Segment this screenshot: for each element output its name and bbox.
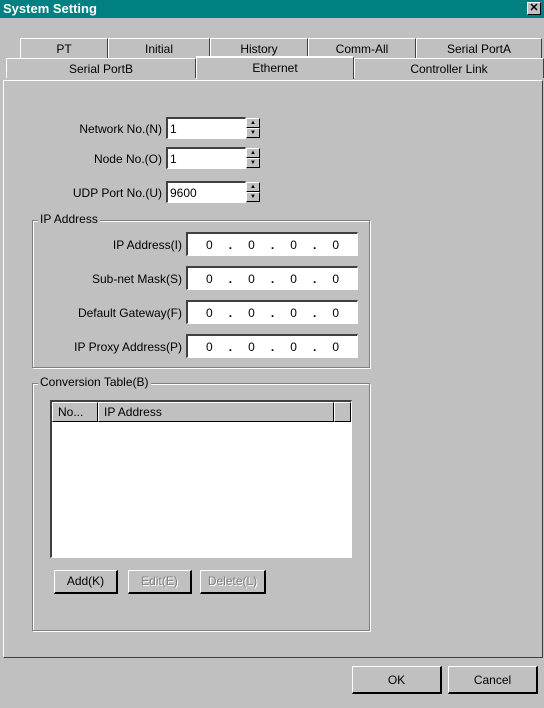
ip-address-group-title: IP Address <box>38 212 100 226</box>
spin-down-icon[interactable]: ▼ <box>246 128 260 138</box>
tab-controller-link[interactable]: Controller Link <box>354 58 544 78</box>
octet: 0 <box>206 237 213 252</box>
edit-button[interactable]: Edit(E) <box>128 570 192 594</box>
ip-proxy-address-field[interactable]: 0. 0. 0. 0 <box>186 334 358 358</box>
tab-history[interactable]: History <box>210 38 308 58</box>
octet: 0 <box>332 339 339 354</box>
column-header-extra[interactable] <box>334 402 351 422</box>
tab-initial[interactable]: Initial <box>108 38 210 58</box>
network-no-label: Network No.(N) <box>79 122 162 136</box>
octet: 0 <box>290 271 297 286</box>
octet: 0 <box>248 237 255 252</box>
default-gateway-field[interactable]: 0. 0. 0. 0 <box>186 300 358 324</box>
tab-ethernet[interactable]: Ethernet <box>196 56 354 79</box>
octet: 0 <box>332 271 339 286</box>
ip-address-field[interactable]: 0. 0. 0. 0 <box>186 232 358 256</box>
octet: 0 <box>332 237 339 252</box>
tab-comm-all[interactable]: Comm-All <box>308 38 416 58</box>
network-no-field[interactable] <box>166 117 246 139</box>
node-no-field[interactable] <box>166 147 246 169</box>
subnet-mask-label: Sub-net Mask(S) <box>91 272 182 286</box>
octet: 0 <box>248 339 255 354</box>
subnet-mask-field[interactable]: 0. 0. 0. 0 <box>186 266 358 290</box>
spin-up-icon[interactable]: ▲ <box>246 118 260 128</box>
octet: 0 <box>206 305 213 320</box>
ip-address-label: IP Address(I) <box>112 238 182 252</box>
udp-port-spinner[interactable]: ▲ ▼ <box>246 182 260 202</box>
udp-port-label: UDP Port No.(U) <box>72 186 162 200</box>
tab-pt[interactable]: PT <box>20 38 108 58</box>
tab-serial-port-a[interactable]: Serial PortA <box>416 38 542 58</box>
conversion-table-list[interactable]: No... IP Address <box>50 400 352 558</box>
window-title: System Setting <box>3 1 97 16</box>
default-gateway-label: Default Gateway(F) <box>77 306 182 320</box>
ok-button[interactable]: OK <box>352 666 442 694</box>
spin-up-icon[interactable]: ▲ <box>246 182 260 192</box>
octet: 0 <box>290 305 297 320</box>
octet: 0 <box>206 271 213 286</box>
conversion-table-group-title: Conversion Table(B) <box>38 375 151 389</box>
octet: 0 <box>206 339 213 354</box>
udp-port-field[interactable] <box>166 181 246 203</box>
close-icon[interactable]: ✕ <box>527 2 541 15</box>
column-header-no[interactable]: No... <box>52 402 98 422</box>
spin-down-icon[interactable]: ▼ <box>246 192 260 202</box>
column-header-ip-address[interactable]: IP Address <box>98 402 334 422</box>
spin-up-icon[interactable]: ▲ <box>246 148 260 158</box>
node-no-label: Node No.(O) <box>93 152 162 166</box>
octet: 0 <box>248 271 255 286</box>
octet: 0 <box>248 305 255 320</box>
spin-down-icon[interactable]: ▼ <box>246 158 260 168</box>
node-no-spinner[interactable]: ▲ ▼ <box>246 148 260 168</box>
tab-serial-port-b[interactable]: Serial PortB <box>6 58 196 78</box>
delete-button[interactable]: Delete(L) <box>200 570 266 594</box>
octet: 0 <box>332 305 339 320</box>
ip-proxy-address-label: IP Proxy Address(P) <box>74 340 182 354</box>
add-button[interactable]: Add(K) <box>54 570 118 594</box>
octet: 0 <box>290 237 297 252</box>
octet: 0 <box>290 339 297 354</box>
network-no-spinner[interactable]: ▲ ▼ <box>246 118 260 138</box>
cancel-button[interactable]: Cancel <box>448 666 538 694</box>
